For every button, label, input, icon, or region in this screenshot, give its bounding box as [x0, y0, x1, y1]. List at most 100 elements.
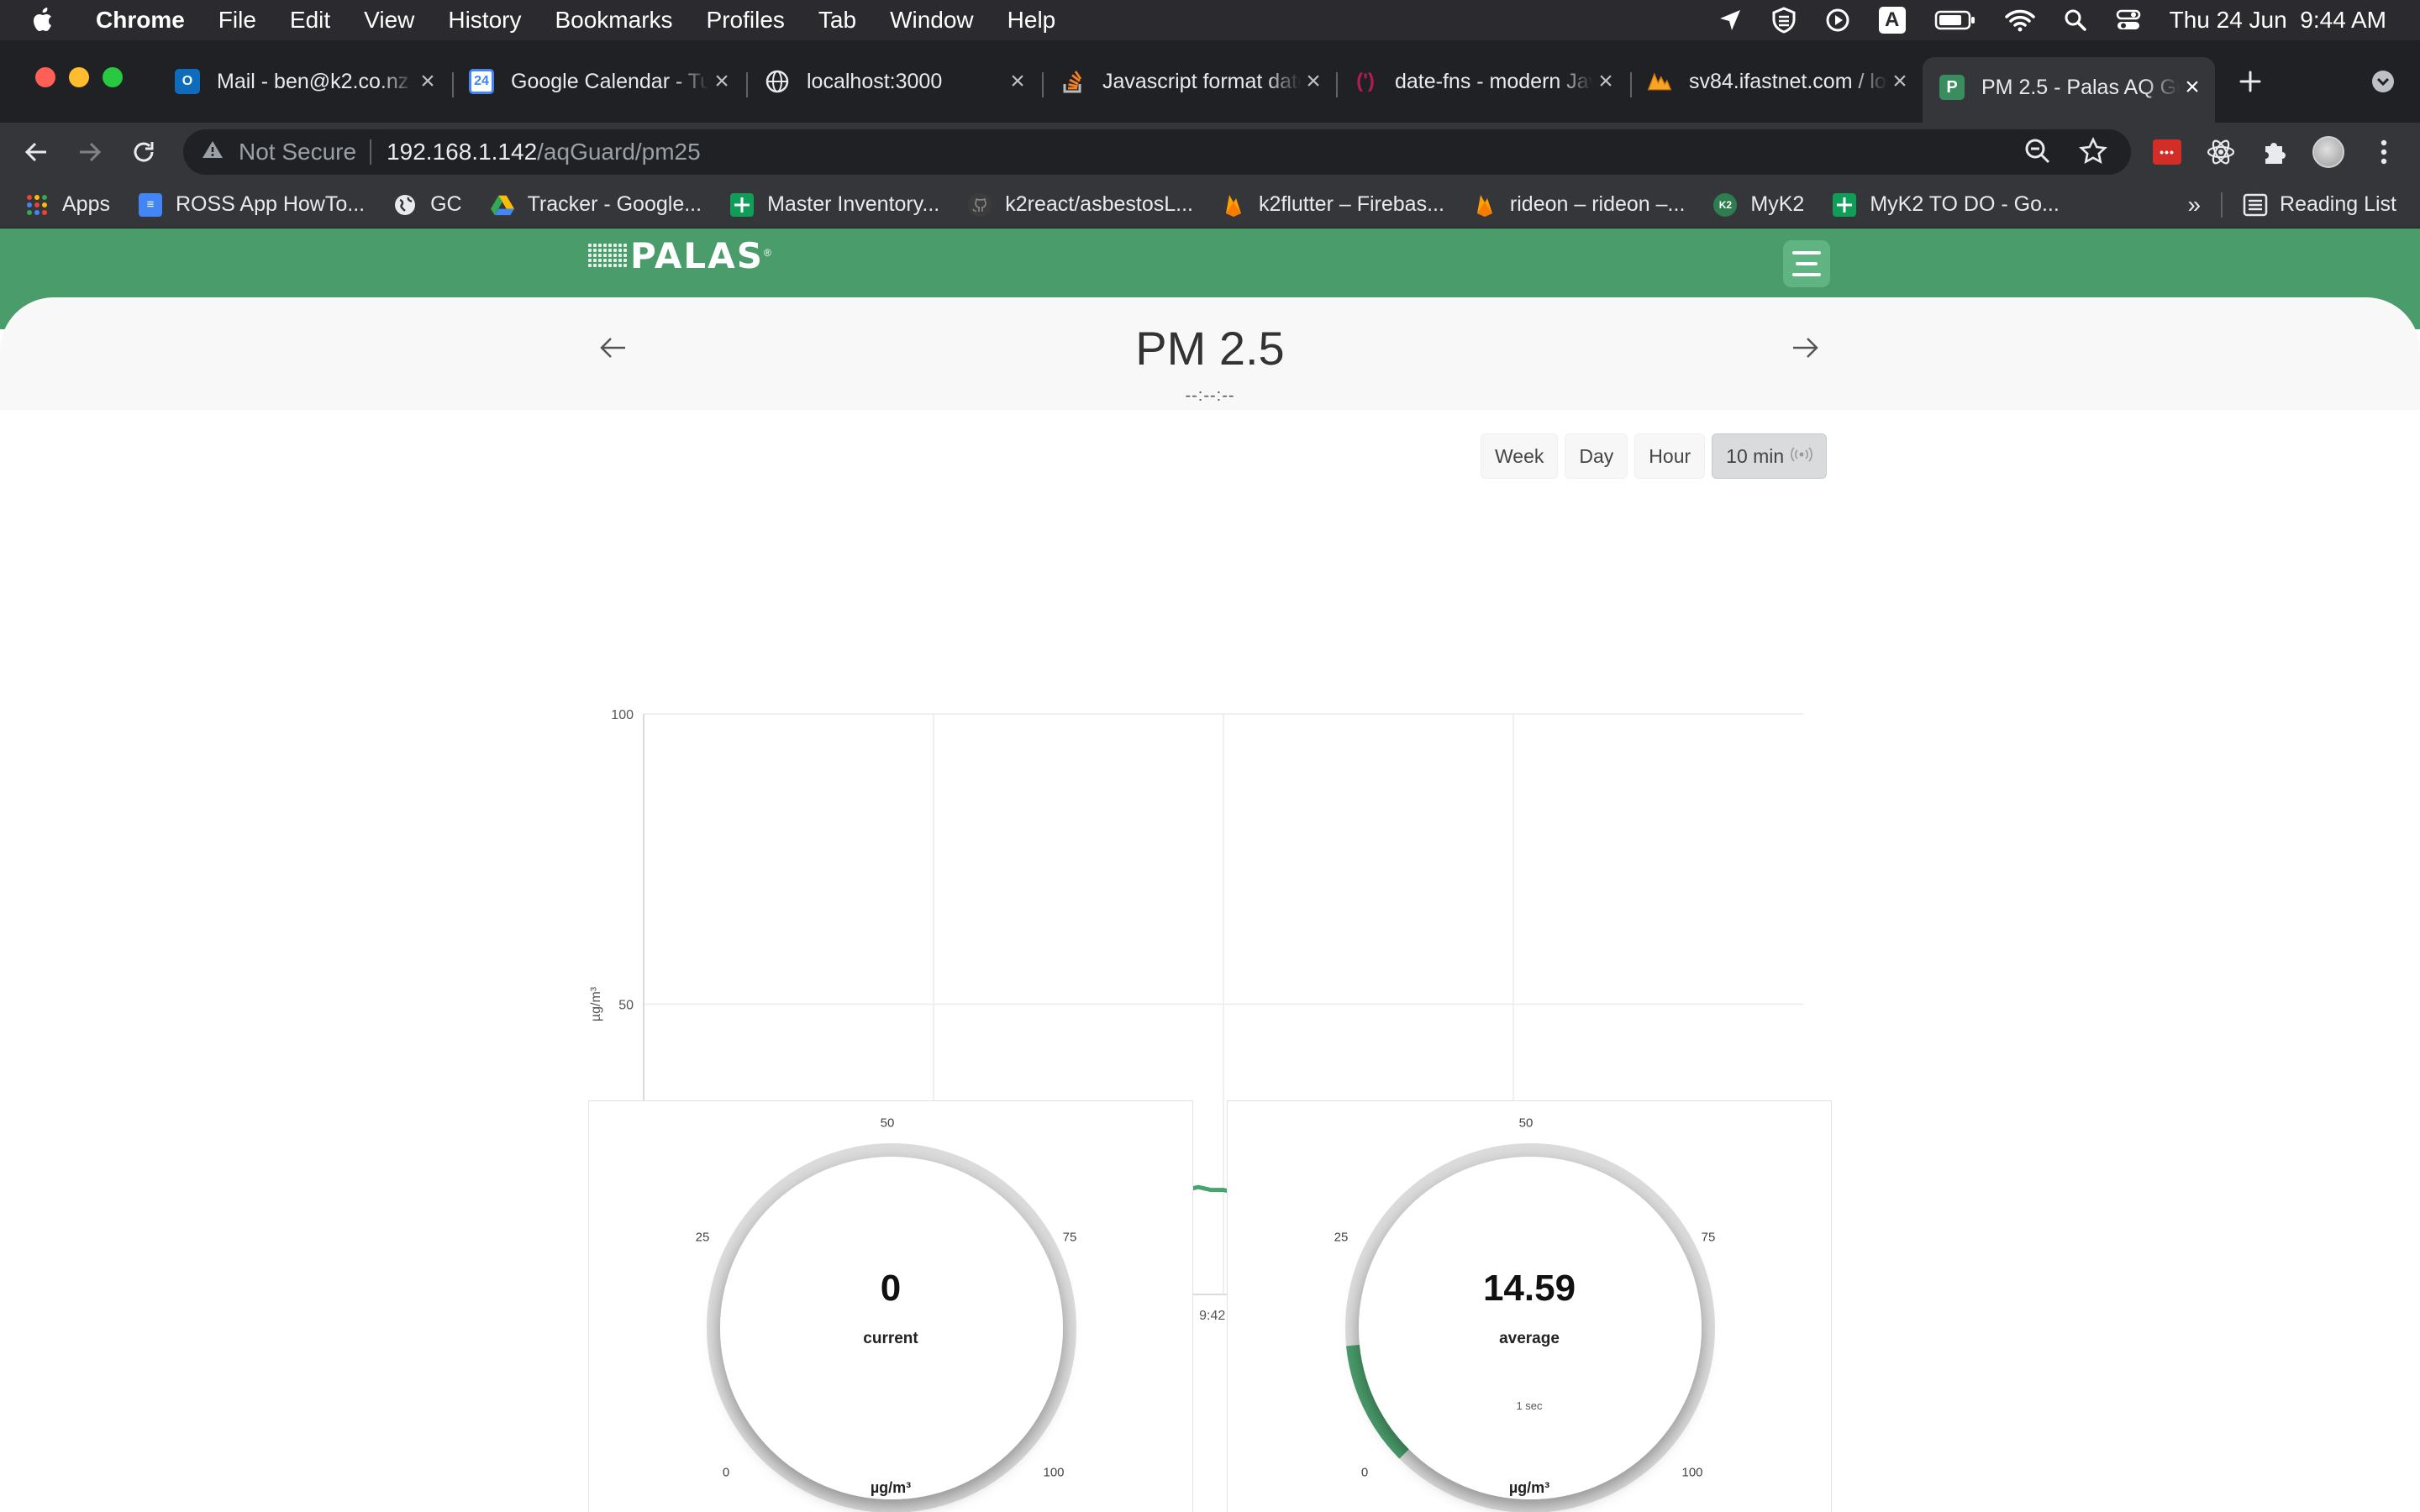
bookmarks-divider	[2221, 192, 2223, 218]
bookmark-k2flutter-firebase[interactable]: k2flutter – Firebas...	[1222, 192, 1444, 217]
sheets-icon	[730, 192, 755, 217]
macos-menu-bar: Chrome File Edit View History Bookmarks …	[0, 0, 2420, 40]
plus-icon	[2239, 71, 2261, 92]
tab-date-fns[interactable]: (') date-fns - modern JavaScript ×	[1353, 60, 1618, 102]
gauge-card-current: 25 50 75 0 100 0 current µg/m³	[588, 1100, 1193, 1512]
current-value: 0	[880, 1268, 902, 1309]
battery-icon[interactable]	[1934, 9, 1976, 31]
menu-history[interactable]: History	[448, 7, 521, 34]
arrow-left-icon	[24, 142, 46, 162]
last-update-time: --:--:--	[1185, 386, 1235, 405]
gauge-tick-max: 100	[1043, 1465, 1065, 1480]
next-parameter-button[interactable]	[1780, 323, 1830, 373]
vpn-shield-icon[interactable]	[1771, 7, 1797, 34]
gauge-tick-50: 50	[1518, 1116, 1534, 1131]
tab-pm25-palas[interactable]: P PM 2.5 - Palas AQ Guard ×	[1923, 57, 2215, 123]
menu-window[interactable]: Window	[890, 7, 974, 34]
bookmark-myk2-todo[interactable]: MyK2 TO DO - Go...	[1833, 192, 2060, 217]
tab-divider	[1042, 72, 1044, 97]
bookmark-master-inventory[interactable]: Master Inventory...	[730, 192, 939, 217]
window-close-button[interactable]	[35, 67, 55, 87]
gauge-tick-25: 25	[695, 1230, 710, 1245]
tab-close-icon[interactable]: ×	[709, 67, 734, 96]
bookmark-k2react[interactable]: k2react/asbestosL...	[968, 192, 1193, 217]
wifi-icon[interactable]	[2004, 8, 2035, 32]
average-sublabel: 1 sec	[1516, 1399, 1543, 1412]
menu-clock[interactable]: Thu 24 Jun 9:44 AM	[2170, 7, 2386, 34]
address-divider	[370, 139, 372, 165]
arrow-right-icon	[80, 142, 102, 162]
tab-mail[interactable]: O Mail - ben@k2.co.nz ×	[175, 60, 440, 102]
menu-tab[interactable]: Tab	[818, 7, 856, 34]
reload-icon	[134, 142, 154, 162]
control-center-icon[interactable]	[2116, 8, 2141, 33]
forward-button[interactable]	[71, 133, 109, 171]
reading-list-button[interactable]: Reading List	[2243, 192, 2396, 217]
stackoverflow-icon	[1060, 69, 1086, 94]
outlook-icon: O	[175, 69, 200, 94]
bookmarks-overflow-button[interactable]: »	[2187, 192, 2201, 218]
tab-close-icon[interactable]: ×	[1593, 67, 1618, 96]
window-minimize-button[interactable]	[69, 67, 89, 87]
react-devtools-icon[interactable]	[2203, 134, 2238, 170]
bookmark-star-icon[interactable]	[2079, 136, 2107, 171]
tab-close-icon[interactable]: ×	[1301, 67, 1326, 96]
extensions-puzzle-icon[interactable]	[2257, 134, 2292, 170]
hamburger-menu-button[interactable]	[1783, 240, 1830, 287]
registered-mark: ®	[763, 247, 771, 259]
spotlight-search-icon[interactable]	[2064, 8, 2087, 32]
browser-tab-strip: O Mail - ben@k2.co.nz × 24 Google Calend…	[0, 40, 2420, 123]
security-status[interactable]: Not Secure	[239, 139, 356, 165]
y-tick-label: 50	[618, 999, 634, 1013]
zoom-icon[interactable]	[2023, 137, 2052, 171]
arrow-right-icon	[1793, 338, 1818, 358]
tab-close-icon[interactable]: ×	[1887, 67, 1912, 96]
lastpass-extension-icon[interactable]: •••	[2149, 134, 2185, 170]
gauge-tick-75: 75	[1062, 1230, 1077, 1245]
bookmarks-bar: Apps ≡ ROSS App HowTo... GC Tracker - Go…	[0, 181, 2420, 228]
drive-icon	[490, 193, 514, 217]
tab-javascript-format-date[interactable]: Javascript format date ×	[1060, 60, 1326, 102]
gauge-face	[1359, 1157, 1702, 1499]
address-bar[interactable]: Not Secure 192.168.1.142 /aqGuard/pm25	[183, 129, 2131, 175]
play-circle-icon[interactable]	[1825, 8, 1850, 33]
menu-view[interactable]: View	[364, 7, 414, 34]
menu-profiles[interactable]: Profiles	[707, 7, 785, 34]
bookmark-myk2[interactable]: K2 MyK2	[1713, 192, 1804, 217]
window-zoom-button[interactable]	[103, 67, 123, 87]
bookmark-apps[interactable]: Apps	[25, 192, 110, 217]
new-tab-button[interactable]	[2232, 60, 2269, 102]
calendar-icon: 24	[469, 69, 494, 94]
y-tick-label: 100	[611, 708, 634, 722]
tab-google-calendar[interactable]: 24 Google Calendar - Tuesday ×	[469, 60, 734, 102]
input-source-icon[interactable]: A	[1878, 7, 1906, 34]
k2-icon: K2	[1713, 192, 1738, 217]
menu-bookmarks[interactable]: Bookmarks	[555, 7, 672, 34]
menu-edit[interactable]: Edit	[290, 7, 330, 34]
warning-triangle-icon[interactable]	[202, 139, 224, 165]
location-icon[interactable]	[1718, 8, 1743, 33]
chrome-menu-icon[interactable]	[2366, 134, 2402, 170]
tab-close-icon[interactable]: ×	[415, 67, 440, 96]
tab-search-button[interactable]	[2366, 60, 2400, 102]
bookmark-ross-app-howto[interactable]: ≡ ROSS App HowTo...	[138, 192, 365, 217]
tab-phpmyadmin[interactable]: sv84.ifastnet.com / localhost ×	[1647, 60, 1912, 102]
average-label: average	[1499, 1330, 1560, 1347]
tab-close-icon[interactable]: ×	[2180, 73, 2205, 102]
reload-button[interactable]	[124, 133, 163, 171]
tab-close-icon[interactable]: ×	[1005, 67, 1030, 96]
bookmark-gc[interactable]: GC	[393, 192, 462, 217]
apple-menu-icon[interactable]	[32, 7, 66, 34]
menu-help[interactable]: Help	[1007, 7, 1056, 34]
bookmark-tracker[interactable]: Tracker - Google...	[490, 192, 702, 217]
menu-file[interactable]: File	[218, 7, 256, 34]
date-fns-icon: (')	[1356, 70, 1375, 92]
gauge-tick-75: 75	[1701, 1230, 1716, 1245]
bookmark-rideon-firebase[interactable]: rideon – rideon –...	[1473, 192, 1685, 217]
url-path: /aqGuard/pm25	[537, 139, 701, 165]
gauge-tick-min: 0	[722, 1465, 730, 1480]
tab-localhost[interactable]: localhost:3000 ×	[765, 60, 1030, 102]
profile-avatar[interactable]	[2311, 134, 2346, 170]
menu-app-chrome[interactable]: Chrome	[96, 7, 185, 34]
back-button[interactable]	[17, 133, 55, 171]
